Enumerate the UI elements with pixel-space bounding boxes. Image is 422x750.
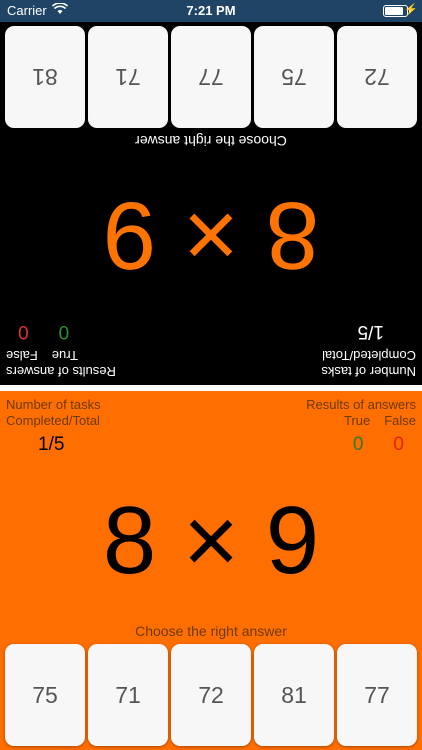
top-tasks-value: 1/5 [357,321,384,342]
bottom-answer-button-4[interactable]: 81 [254,644,334,746]
bottom-answer-button-1[interactable]: 75 [5,644,85,746]
bottom-results-label: Results of answers [306,397,416,412]
top-choose-label: Choose the right answer [135,133,287,149]
top-answer-button-1[interactable]: 72 [337,26,417,128]
bottom-tasks-value: 1/5 [38,434,65,455]
bottom-true-label: True [343,413,371,428]
top-true-value: 0 [58,321,70,342]
top-answer-button-5[interactable]: 81 [5,26,85,128]
bottom-results-stats: Results of answers True False 0 0 [276,397,416,456]
bottom-choose-label: Choose the right answer [135,623,287,639]
charging-icon: ⚡ [404,4,418,16]
top-answers: 72 75 77 71 81 [5,26,417,128]
top-player-rotated: Number of tasks Completed/Total 1/5 Resu… [0,22,422,385]
top-results-stats: Results of answers True False 0 0 [6,320,146,379]
bottom-true-value: 0 [352,434,364,455]
top-question: 8 × 9 [102,182,320,289]
bottom-false-label: False [384,413,416,428]
top-tasks-label: Number of tasks [321,364,416,379]
bottom-answer-button-2[interactable]: 71 [88,644,168,746]
bottom-player-area: Number of tasks Completed/Total 1/5 Resu… [0,391,422,750]
top-results-label: Results of answers [6,364,116,379]
top-tasks-stats: Number of tasks Completed/Total 1/5 [276,320,416,379]
bottom-answer-button-5[interactable]: 77 [337,644,417,746]
top-tasks-sub-label: Completed/Total [322,348,416,363]
status-bar: Carrier 7:21 PM ⚡ [0,0,422,22]
top-answer-button-2[interactable]: 75 [254,26,334,128]
top-true-label: True [51,348,79,363]
top-player-area: Number of tasks Completed/Total 1/5 Resu… [0,22,422,385]
bottom-answer-button-3[interactable]: 72 [171,644,251,746]
bottom-tasks-label: Number of tasks [6,397,101,412]
bottom-tasks-sub-label: Completed/Total [6,413,100,428]
bottom-tasks-stats: Number of tasks Completed/Total 1/5 [6,397,146,456]
bottom-false-value: 0 [393,434,404,455]
bottom-question: 8 × 9 [102,487,320,594]
bottom-answers: 75 71 72 81 77 [5,644,417,746]
top-answer-button-4[interactable]: 71 [88,26,168,128]
top-false-label: False [6,348,38,363]
top-answer-button-3[interactable]: 77 [171,26,251,128]
battery-fill [385,7,404,15]
top-false-value: 0 [18,321,29,342]
status-time: 7:21 PM [186,3,236,18]
